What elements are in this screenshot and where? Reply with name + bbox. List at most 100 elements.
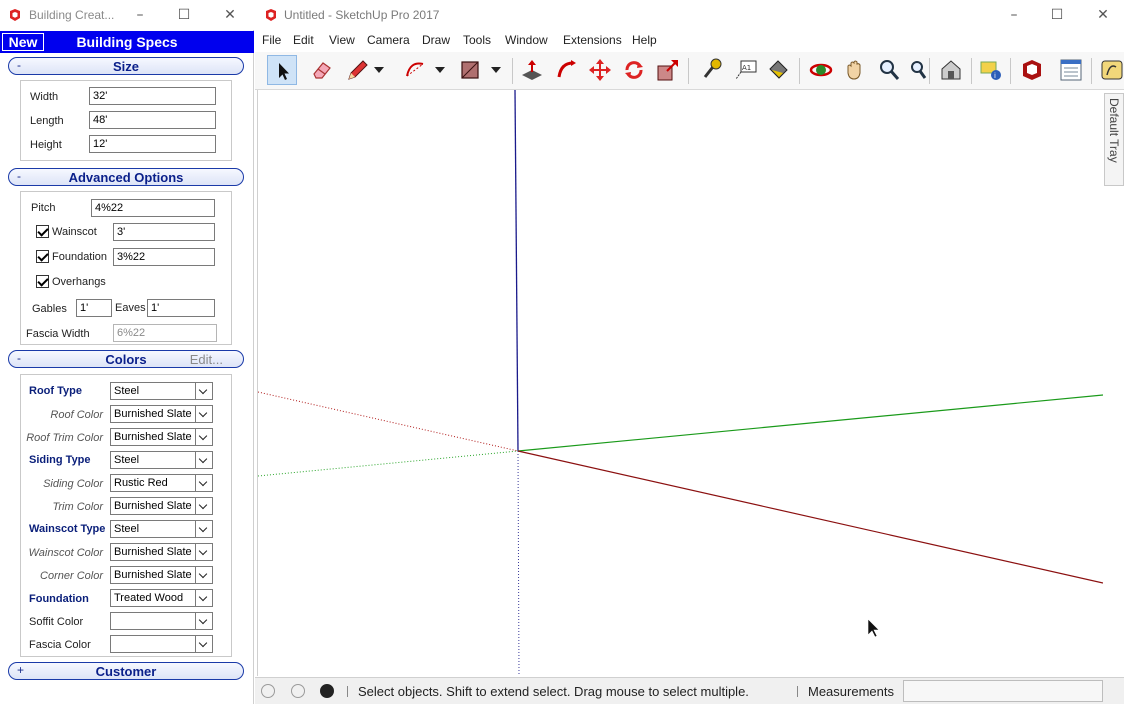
fascia-width-field[interactable]: 6%22 (113, 324, 217, 342)
sketchup-titlebar[interactable]: Untitled - SketchUp Pro 2017 – ☐ ✕ (255, 0, 1124, 30)
eraser-icon[interactable] (307, 55, 337, 85)
chevron-down-icon[interactable] (425, 55, 445, 85)
menu-edit[interactable]: Edit (293, 33, 314, 47)
sandbox-icon[interactable] (1098, 55, 1124, 85)
chevron-down-icon (195, 406, 212, 422)
siding-color-select[interactable]: Rustic Red (110, 474, 213, 492)
wainscot-type-select[interactable]: Steel (110, 520, 213, 538)
svg-text:i: i (994, 72, 996, 80)
soffit-color-select[interactable] (110, 612, 213, 630)
select-value: Burnished Slate (114, 500, 192, 512)
sketchup-window-title: Untitled - SketchUp Pro 2017 (284, 8, 440, 22)
follow-me-icon[interactable] (551, 55, 581, 85)
paint-bucket-icon[interactable] (763, 55, 793, 85)
select-value: Burnished Slate (114, 569, 192, 581)
width-field[interactable]: 32' (89, 87, 216, 105)
size-section-header[interactable]: - Size (8, 57, 244, 75)
sketchup-logo-icon (266, 9, 276, 21)
advanced-options-header[interactable]: - Advanced Options (8, 168, 244, 186)
customer-section-header[interactable]: + Customer (8, 662, 244, 680)
red-axis-negative (257, 391, 519, 452)
move-icon[interactable] (585, 55, 615, 85)
menu-extensions[interactable]: Extensions (563, 33, 622, 47)
blue-axis (514, 89, 519, 452)
trim-color-select[interactable]: Burnished Slate (110, 497, 213, 515)
outliner-icon[interactable] (1055, 55, 1085, 85)
chevron-down-icon[interactable] (481, 55, 501, 85)
extension-warehouse-icon[interactable]: i (975, 55, 1005, 85)
foundation-field[interactable]: 3%22 (113, 248, 215, 266)
new-button[interactable]: New (2, 33, 44, 51)
maximize-icon[interactable]: ☐ (173, 4, 195, 26)
building-specs-title: Building Specs (76, 34, 178, 50)
close-icon[interactable]: ✕ (219, 4, 241, 26)
push-pull-icon[interactable] (517, 55, 547, 85)
menu-draw[interactable]: Draw (422, 33, 450, 47)
pan-icon[interactable] (840, 55, 870, 85)
foundation-checkbox[interactable] (36, 250, 49, 263)
menu-help[interactable]: Help (632, 33, 657, 47)
rotate-icon[interactable] (619, 55, 649, 85)
fascia-color-select[interactable] (110, 635, 213, 653)
geo-location-icon[interactable] (261, 684, 275, 698)
left-titlebar[interactable]: Building Creat... – ☐ ✕ (0, 0, 254, 30)
chevron-down-icon[interactable] (364, 55, 384, 85)
measurements-input[interactable] (903, 680, 1103, 702)
overhangs-label: Overhangs (52, 276, 106, 288)
cursor-icon (867, 618, 880, 638)
pitch-field[interactable]: 4%22 (91, 199, 215, 217)
axes-drawing (257, 89, 1104, 677)
select-icon[interactable] (267, 55, 297, 85)
menu-view[interactable]: View (329, 33, 355, 47)
status-bar: Select objects. Shift to extend select. … (255, 677, 1124, 704)
user-account-icon[interactable] (320, 684, 334, 698)
foundation-type-select[interactable]: Treated Wood (110, 589, 213, 607)
blue-axis-negative (517, 450, 520, 677)
wainscot-checkbox[interactable] (36, 225, 49, 238)
building-specs-header: New Building Specs (0, 31, 254, 53)
orbit-icon[interactable] (806, 55, 836, 85)
menu-bar: File Edit View Camera Draw Tools Window … (255, 31, 1124, 51)
building-creator-window: Building Creat... – ☐ ✕ New Building Spe… (0, 0, 254, 704)
eaves-field[interactable]: 1' (147, 299, 215, 317)
zoom-icon[interactable] (874, 55, 904, 85)
menu-camera[interactable]: Camera (367, 33, 410, 47)
chevron-down-icon (195, 452, 212, 468)
roof-trim-color-select[interactable]: Burnished Slate (110, 428, 213, 446)
corner-color-select[interactable]: Burnished Slate (110, 566, 213, 584)
default-tray-tab[interactable]: Default Tray (1104, 93, 1124, 186)
siding-type-select[interactable]: Steel (110, 451, 213, 469)
maximize-icon[interactable]: ☐ (1046, 4, 1068, 26)
roof-type-select[interactable]: Steel (110, 382, 213, 400)
minimize-icon[interactable]: – (1003, 4, 1025, 26)
height-field[interactable]: 12' (89, 135, 216, 153)
warehouse-icon[interactable] (936, 55, 966, 85)
roof-color-select[interactable]: Burnished Slate (110, 405, 213, 423)
select-value: Burnished Slate (114, 408, 192, 420)
colors-edit-link[interactable]: Edit... (190, 352, 223, 367)
tape-measure-icon[interactable] (696, 55, 726, 85)
ruby-icon[interactable] (1017, 55, 1047, 85)
pitch-label: Pitch (31, 202, 56, 214)
colors-section-header[interactable]: - Colors Edit... (8, 350, 244, 368)
minimize-icon[interactable]: – (129, 4, 151, 26)
zoom-extents-icon[interactable] (903, 55, 927, 85)
gables-field[interactable]: 1' (76, 299, 112, 317)
overhangs-checkbox[interactable] (36, 275, 49, 288)
text-icon[interactable]: A1 (731, 55, 761, 85)
menu-tools[interactable]: Tools (463, 33, 491, 47)
drawing-viewport[interactable] (257, 89, 1104, 677)
menu-file[interactable]: File (262, 33, 281, 47)
menu-window[interactable]: Window (505, 33, 548, 47)
wainscot-field[interactable]: 3' (113, 223, 215, 241)
left-window-title: Building Creat... (29, 8, 115, 22)
advanced-options-title: Advanced Options (68, 170, 184, 185)
toolbar-separator (1091, 58, 1092, 84)
wainscot-color-select[interactable]: Burnished Slate (110, 543, 213, 561)
close-icon[interactable]: ✕ (1092, 4, 1114, 26)
length-field[interactable]: 48' (89, 111, 216, 129)
credits-icon[interactable] (291, 684, 305, 698)
status-divider (347, 686, 348, 697)
scale-icon[interactable] (653, 55, 683, 85)
select-value: Steel (114, 454, 140, 466)
